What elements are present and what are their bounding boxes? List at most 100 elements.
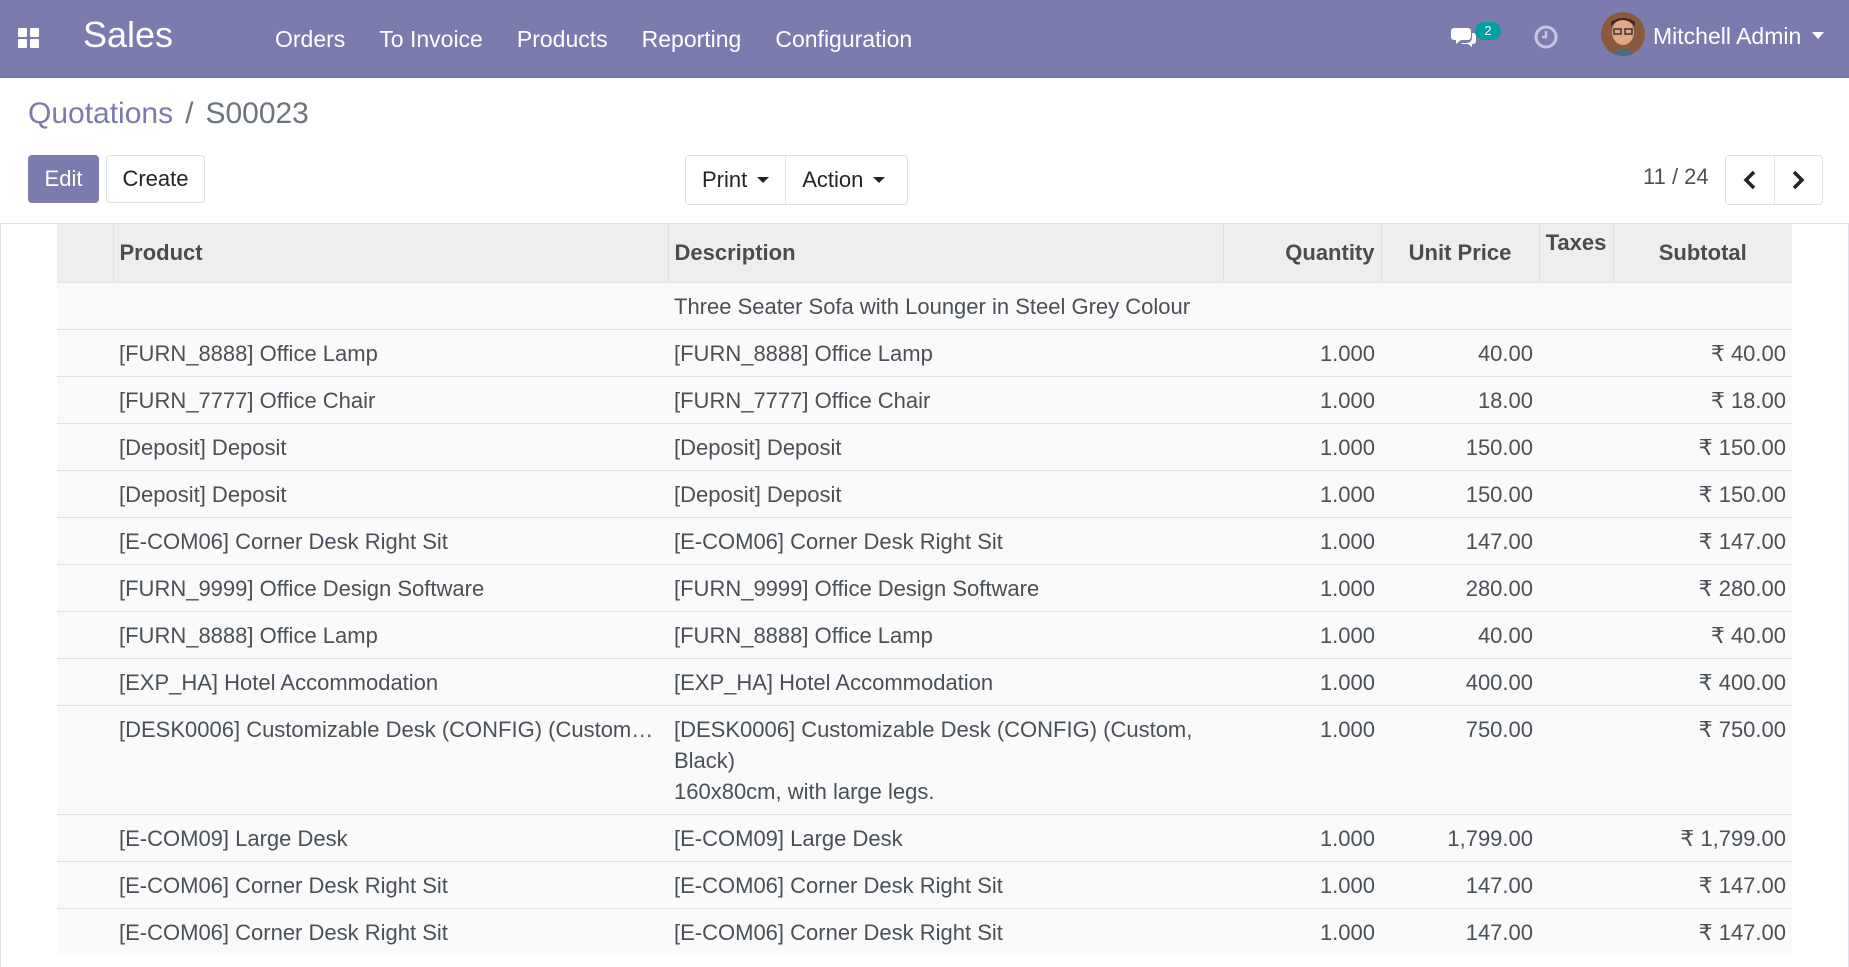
cell-subtotal: ₹ 280.00 xyxy=(1613,564,1792,612)
cell-description: [FURN_8888] Office Lamp xyxy=(668,611,1223,659)
cell-unit-price: 40.00 xyxy=(1381,329,1539,377)
cell-taxes xyxy=(1539,611,1613,659)
table-row[interactable]: [FURN_8888] Office Lamp [FURN_8888] Offic… xyxy=(57,329,1792,377)
cell-taxes xyxy=(1539,282,1613,330)
cell-subtotal: ₹ 1,799.00 xyxy=(1613,814,1792,862)
table-row[interactable]: [E-COM06] Corner Desk Right Sit [E-COM06]… xyxy=(57,517,1792,565)
cell-subtotal: ₹ 150.00 xyxy=(1613,423,1792,471)
column-header-quantity[interactable]: Quantity xyxy=(1222,224,1381,283)
cell-quantity: 1.000 xyxy=(1223,564,1381,612)
menu-item-to-invoice[interactable]: To Invoice xyxy=(362,0,500,78)
description-text: [E-COM06] Corner Desk Right Sit xyxy=(674,920,1003,945)
print-dropdown[interactable]: Print xyxy=(686,156,785,204)
cell-unit-price: 750.00 xyxy=(1381,705,1539,815)
caret-down-icon xyxy=(873,177,886,183)
row-handle xyxy=(57,908,113,955)
top-navbar: Sales Orders To Invoice Products Reporti… xyxy=(0,0,1849,78)
column-header-unit-price[interactable]: Unit Price xyxy=(1380,224,1539,283)
pager-value[interactable]: 11 / 24 xyxy=(1643,162,1709,192)
chat-count-badge: 2 xyxy=(1475,22,1501,40)
cell-taxes xyxy=(1539,470,1613,518)
row-handle xyxy=(57,861,113,909)
cell-description: Three Seater Sofa with Lounger in Steel … xyxy=(668,282,1223,330)
table-row[interactable]: Three Seater Sofa with Lounger in Steel … xyxy=(57,282,1792,330)
description-text: [FURN_8888] Office Lamp xyxy=(674,623,933,648)
table-row[interactable]: [Deposit] Deposit [Deposit] Deposit 1.000 1… xyxy=(57,423,1792,471)
cell-description: [FURN_8888] Office Lamp xyxy=(668,329,1223,377)
menu-item-products[interactable]: Products xyxy=(500,0,625,78)
caret-down-icon xyxy=(757,177,770,183)
cell-quantity: 1.000 xyxy=(1223,658,1381,706)
breadcrumb-current: S00023 xyxy=(205,97,309,130)
column-header-product[interactable]: Product xyxy=(112,224,668,283)
column-header-description[interactable]: Description xyxy=(667,224,1223,283)
table-row[interactable]: [E-COM06] Corner Desk Right Sit [E-COM06]… xyxy=(57,861,1792,909)
cell-taxes xyxy=(1539,658,1613,706)
cell-product: [FURN_7777] Office Chair xyxy=(113,376,668,424)
cell-product: [E-COM06] Corner Desk Right Sit xyxy=(113,517,668,565)
cell-quantity: 1.000 xyxy=(1223,611,1381,659)
cell-product: [E-COM09] Large Desk xyxy=(113,814,668,862)
cell-product: [E-COM06] Corner Desk Right Sit xyxy=(113,861,668,909)
cell-description: [EXP_HA] Hotel Accommodation xyxy=(668,658,1223,706)
table-row[interactable]: [DESK0006] Customizable Desk (CONFIG) (C… xyxy=(57,705,1792,815)
column-header-taxes[interactable]: Taxes xyxy=(1538,224,1613,283)
row-handle xyxy=(57,564,113,612)
cell-description: [FURN_7777] Office Chair xyxy=(668,376,1223,424)
form-sheet: Product Description Quantity Unit Price … xyxy=(0,224,1849,967)
cell-subtotal: ₹ 40.00 xyxy=(1613,329,1792,377)
table-row[interactable]: [EXP_HA] Hotel Accommodation [EXP_HA] Hot… xyxy=(57,658,1792,706)
user-menu[interactable]: Mitchell Admin xyxy=(1653,21,1801,51)
description-text: [FURN_8888] Office Lamp xyxy=(674,341,933,366)
cell-quantity: 1.000 xyxy=(1223,470,1381,518)
description-text: [EXP_HA] Hotel Accommodation xyxy=(674,670,994,695)
cell-taxes xyxy=(1539,705,1613,815)
row-handle xyxy=(57,658,113,706)
chevron-down-icon[interactable] xyxy=(1812,32,1824,39)
action-label: Action xyxy=(802,167,864,192)
cell-unit-price: 150.00 xyxy=(1381,423,1539,471)
create-button[interactable]: Create xyxy=(106,155,205,203)
row-handle xyxy=(57,814,113,862)
table-row[interactable]: [FURN_7777] Office Chair [FURN_7777] Offi… xyxy=(57,376,1792,424)
cell-unit-price xyxy=(1381,282,1539,330)
cell-quantity: 1.000 xyxy=(1223,908,1381,955)
menu-item-orders[interactable]: Orders xyxy=(258,0,362,78)
cell-description: [Deposit] Deposit xyxy=(668,423,1223,471)
row-handle xyxy=(57,423,113,471)
cell-taxes xyxy=(1539,861,1613,909)
description-text: [Deposit] Deposit xyxy=(674,435,842,460)
user-avatar[interactable] xyxy=(1601,12,1645,56)
cell-unit-price: 18.00 xyxy=(1381,376,1539,424)
table-row[interactable]: [FURN_9999] Office Design Software [FURN_… xyxy=(57,564,1792,612)
row-handle xyxy=(57,611,113,659)
apps-menu-icon[interactable] xyxy=(18,26,40,48)
table-row[interactable]: [E-COM06] Corner Desk Right Sit [E-COM06]… xyxy=(57,908,1792,955)
cell-subtotal xyxy=(1613,282,1792,330)
cell-taxes xyxy=(1539,517,1613,565)
menu-item-reporting[interactable]: Reporting xyxy=(625,0,759,78)
cell-product: [FURN_9999] Office Design Software xyxy=(113,564,668,612)
cell-unit-price: 147.00 xyxy=(1381,908,1539,955)
table-row[interactable]: [E-COM09] Large Desk [E-COM09] Large Desk… xyxy=(57,814,1792,862)
cell-description: [E-COM06] Corner Desk Right Sit xyxy=(668,908,1223,955)
cell-unit-price: 400.00 xyxy=(1381,658,1539,706)
breadcrumb-quotations[interactable]: Quotations xyxy=(28,97,173,130)
action-dropdown[interactable]: Action xyxy=(785,156,901,204)
cell-description: [E-COM06] Corner Desk Right Sit xyxy=(668,517,1223,565)
app-name[interactable]: Sales xyxy=(83,14,173,56)
table-row[interactable]: [Deposit] Deposit [Deposit] Deposit 1.000 1… xyxy=(57,470,1792,518)
chat-icon[interactable] xyxy=(1449,22,1479,52)
print-label: Print xyxy=(702,167,748,192)
column-header-subtotal[interactable]: Subtotal xyxy=(1612,224,1792,283)
cell-description: [DESK0006] Customizable Desk (CONFIG) (C… xyxy=(668,705,1223,815)
cell-quantity: 1.000 xyxy=(1223,517,1381,565)
edit-button[interactable]: Edit xyxy=(28,155,99,203)
pager-next-button[interactable] xyxy=(1773,156,1823,204)
menu-item-configuration[interactable]: Configuration xyxy=(758,0,929,78)
pager-previous-button[interactable] xyxy=(1726,156,1774,204)
table-row[interactable]: [FURN_8888] Office Lamp [FURN_8888] Offic… xyxy=(57,611,1792,659)
activity-clock-icon[interactable] xyxy=(1531,22,1561,52)
cell-product: [E-COM06] Corner Desk Right Sit xyxy=(113,908,668,955)
cell-quantity: 1.000 xyxy=(1223,423,1381,471)
